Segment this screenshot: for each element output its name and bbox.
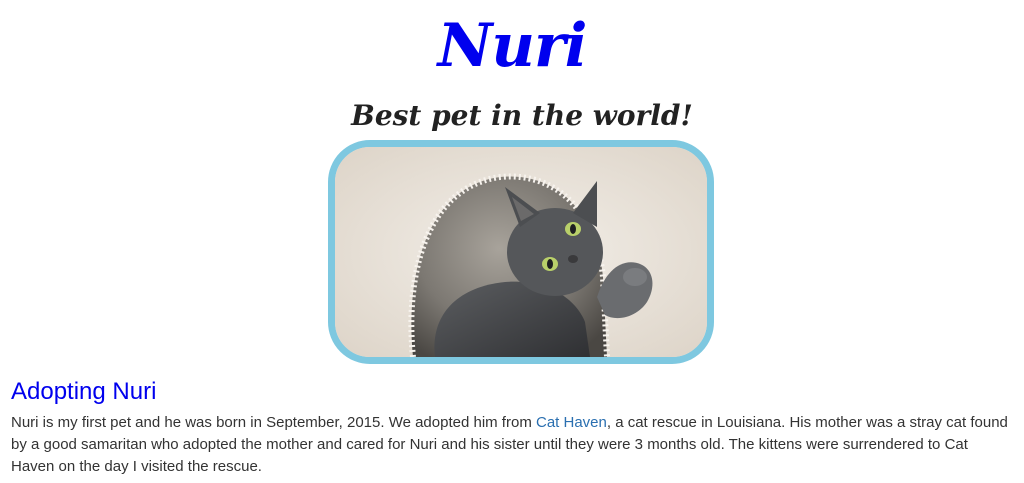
cat-photo-frame (328, 140, 714, 364)
cat-haven-link[interactable]: Cat Haven (536, 414, 607, 431)
adoption-paragraph: Nuri is my first pet and he was born in … (11, 412, 1015, 478)
page-subtitle: Best pet in the world! (351, 99, 693, 132)
adoption-text-start: Nuri is my first pet and he was born in … (11, 414, 536, 431)
page-title: Nuri (437, 11, 588, 81)
cat-photo (335, 147, 707, 357)
section-heading-adopting: Adopting Nuri (11, 378, 157, 405)
